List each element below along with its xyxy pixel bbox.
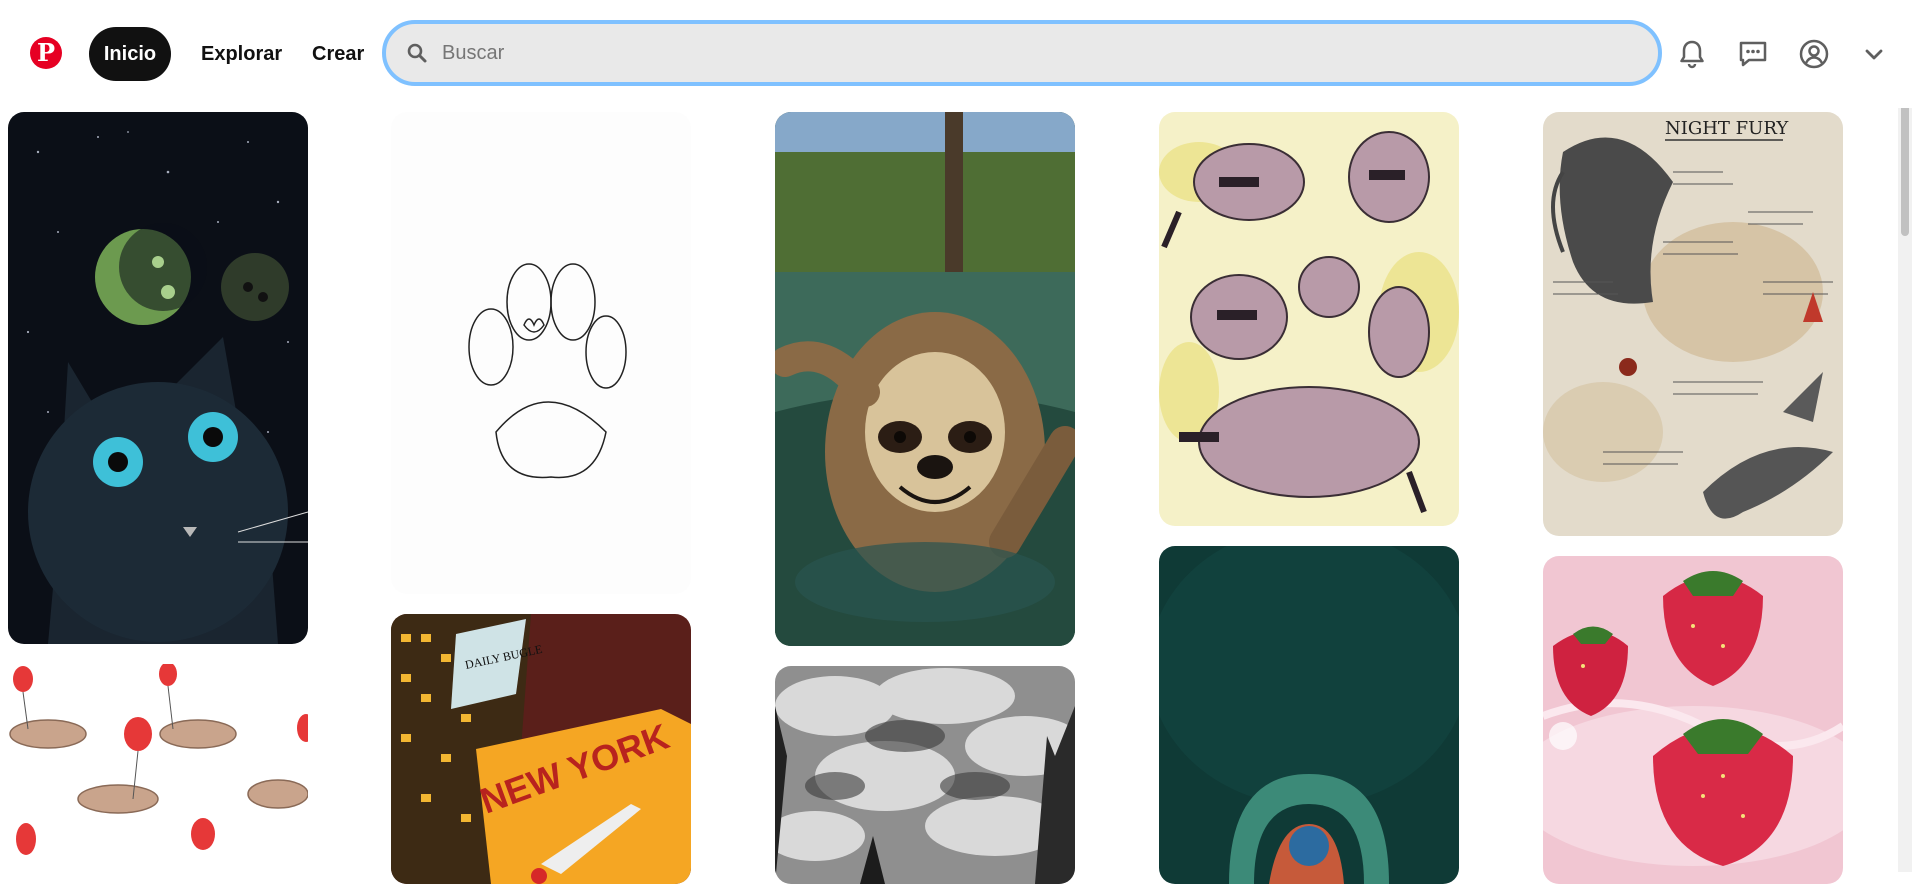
pin-dachshund-balloons[interactable] (8, 664, 308, 884)
search-icon (407, 43, 427, 63)
paw-sketch (391, 112, 691, 594)
nav-create-link[interactable]: Crear (312, 27, 364, 81)
top-header: P Inicio Explorar Crear (0, 0, 1912, 108)
bell-icon (1680, 40, 1704, 69)
notifications-button[interactable] (1672, 34, 1712, 74)
profile-button[interactable] (1794, 34, 1834, 74)
pin-sloth-river[interactable] (775, 112, 1075, 646)
sloth-photo (775, 112, 1075, 646)
profile-icon (1799, 39, 1829, 69)
search-bar[interactable] (382, 20, 1662, 86)
search-input[interactable] (442, 33, 1592, 73)
pin-strawberries[interactable] (1543, 556, 1843, 884)
cat-illustration (8, 112, 308, 644)
pin-night-fury-sheet[interactable]: NIGHT FURY (1543, 112, 1843, 536)
cloudy-sky-photo (775, 666, 1075, 884)
pin-paw-sketch[interactable] (391, 112, 691, 594)
pin-black-cat-moons[interactable] (8, 112, 308, 644)
page-scrollbar[interactable] (1898, 0, 1912, 872)
dachshund-pattern (8, 664, 308, 884)
pin-raccoon-sketches[interactable] (1159, 112, 1459, 526)
chevron-down-icon (1865, 49, 1883, 60)
pin-teal-abstract[interactable] (1159, 546, 1459, 884)
new-york-illustration: DAILY BUGLE NEW YORK (391, 614, 691, 884)
strawberries-photo (1543, 556, 1843, 884)
nav-explore-link[interactable]: Explorar (201, 27, 282, 81)
night-fury-notebook: NIGHT FURY (1543, 112, 1843, 536)
messages-button[interactable] (1733, 34, 1773, 74)
pin-cloudy-sky[interactable] (775, 666, 1075, 884)
teal-abstract-painting (1159, 546, 1459, 884)
pin-new-york-poster[interactable]: DAILY BUGLE NEW YORK (391, 614, 691, 884)
raccoon-sketches (1159, 112, 1459, 526)
night-fury-title: NIGHT FURY (1665, 118, 1789, 139)
nav-home-button[interactable]: Inicio (89, 27, 171, 81)
account-menu-button[interactable] (1854, 34, 1894, 74)
pinterest-logo[interactable]: P (30, 37, 62, 69)
chat-icon (1739, 41, 1767, 67)
